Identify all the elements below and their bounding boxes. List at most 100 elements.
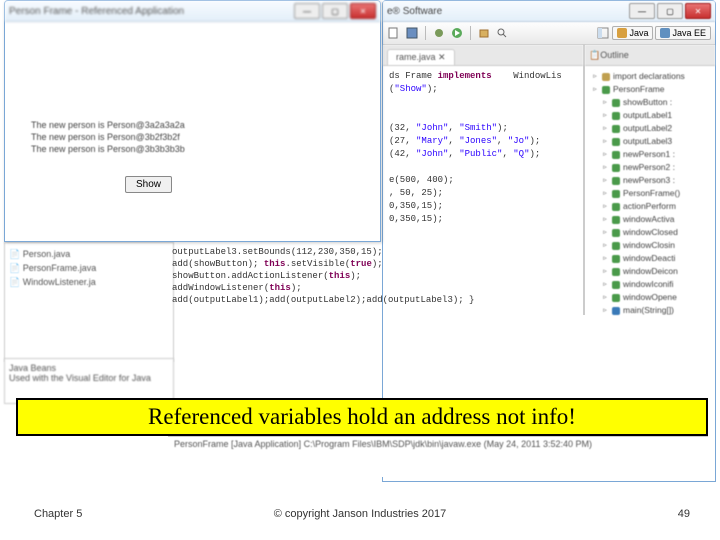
member-icon — [612, 216, 620, 224]
outline-pane: 📋 Outline ▹import declarations▹PersonFra… — [584, 45, 715, 315]
member-icon — [612, 281, 620, 289]
editor-tab[interactable]: rame.java ✕ — [387, 49, 455, 65]
outline-item[interactable]: ▹main(String[]) — [587, 304, 713, 317]
toolbar-separator — [470, 26, 471, 40]
outline-item-label: import declarations — [613, 70, 685, 83]
member-icon — [602, 86, 610, 94]
tree-arrow-icon: ▹ — [591, 86, 599, 94]
member-icon — [612, 229, 620, 237]
outline-item-label: outputLabel3 — [623, 135, 672, 148]
outline-item[interactable]: ▹ PersonFrame — [587, 83, 713, 96]
show-button-wrap: Show — [125, 176, 172, 193]
member-icon — [612, 99, 620, 107]
console-header: PersonFrame [Java Application] C:\Progra… — [168, 437, 708, 451]
perspective-switcher: Java Java EE — [596, 26, 711, 40]
tree-arrow-icon: ▹ — [601, 242, 609, 250]
console-view[interactable]: PersonFrame [Java Application] C:\Progra… — [168, 436, 708, 477]
ide-toolbar: Java Java EE — [383, 22, 715, 45]
minimize-button[interactable]: — — [629, 3, 655, 19]
outline-item[interactable]: ▹ outputLabel1 — [587, 109, 713, 122]
tree-arrow-icon: ▹ — [601, 190, 609, 198]
outline-item[interactable]: ▹windowClosed — [587, 226, 713, 239]
tree-arrow-icon: ▹ — [601, 268, 609, 276]
ide-window-controls: — ▢ ✕ — [629, 3, 711, 19]
app-titlebar: Person Frame - Referenced Application — … — [5, 1, 380, 22]
package-item[interactable]: 📄 Person.java — [9, 247, 169, 261]
tree-arrow-icon: ▹ — [601, 203, 609, 211]
member-icon — [612, 112, 620, 120]
outline-item-label: newPerson1 : — [623, 148, 675, 161]
outline-item[interactable]: ▹windowIconifi — [587, 278, 713, 291]
package-icon[interactable] — [477, 26, 491, 40]
package-item[interactable]: 📄 WindowListener.ja — [9, 275, 169, 289]
outline-item[interactable]: ▹newPerson3 : — [587, 174, 713, 187]
code-editor-lower[interactable]: outputLabel3.setBounds(112,230,350,15); … — [168, 242, 584, 402]
maximize-button[interactable]: ▢ — [657, 3, 683, 19]
outline-item[interactable]: ▹ windowDeacti — [587, 252, 713, 265]
minimize-button[interactable]: — — [294, 3, 320, 19]
outline-item[interactable]: ▹windowOpene — [587, 291, 713, 304]
member-icon — [612, 125, 620, 133]
member-icon — [612, 255, 620, 263]
outline-item[interactable]: ▹ outputLabel3 — [587, 135, 713, 148]
outline-item-label: actionPerform — [623, 200, 676, 213]
package-explorer[interactable]: 📄 Person.java📄 PersonFrame.java📄 WindowL… — [4, 242, 174, 362]
member-icon — [612, 268, 620, 276]
outline-title: Outline — [600, 50, 629, 60]
debug-icon[interactable] — [432, 26, 446, 40]
copyright-label: © copyright Janson Industries 2017 — [0, 508, 720, 520]
outline-item-label: windowActiva — [623, 213, 675, 226]
outline-item-label: windowDeacti — [623, 252, 675, 265]
member-icon — [612, 242, 620, 250]
outline-item[interactable]: ▹ PersonFrame() — [587, 187, 713, 200]
new-icon[interactable] — [387, 26, 401, 40]
app-title: Person Frame - Referenced Application — [9, 6, 294, 17]
app-window: Person Frame - Referenced Application — … — [4, 0, 381, 242]
page-number: 49 — [678, 508, 690, 520]
outline-item[interactable]: ▹outputLabel2 — [587, 122, 713, 135]
tree-arrow-icon: ▹ — [601, 294, 609, 302]
outline-item-label: windowClosin — [623, 239, 675, 252]
outline-item-label: newPerson3 : — [623, 174, 675, 187]
outline-item-label: PersonFrame — [613, 83, 665, 96]
run-icon[interactable] — [450, 26, 464, 40]
outline-tree[interactable]: ▹import declarations▹PersonFrame▹showBut… — [585, 66, 715, 321]
app-window-controls: — ▢ ✕ — [294, 3, 376, 19]
member-icon — [602, 73, 610, 81]
tree-arrow-icon: ▹ — [601, 151, 609, 159]
member-icon — [612, 164, 620, 172]
member-icon — [612, 190, 620, 198]
member-icon — [612, 151, 620, 159]
close-button[interactable]: ✕ — [685, 3, 711, 19]
show-button[interactable]: Show — [125, 176, 172, 193]
tree-arrow-icon: ▹ — [601, 164, 609, 172]
ide-title: e® Software — [387, 6, 629, 17]
outline-item-label: outputLabel1 — [623, 109, 672, 122]
search-icon[interactable] — [495, 26, 509, 40]
maximize-button[interactable]: ▢ — [322, 3, 348, 19]
outline-item[interactable]: ▹showButton : — [587, 96, 713, 109]
tree-arrow-icon: ▹ — [601, 255, 609, 263]
outline-item[interactable]: ▹newPerson2 : — [587, 161, 713, 174]
outline-header: 📋 Outline — [585, 45, 715, 66]
outline-item[interactable]: ▹windowDeicon — [587, 265, 713, 278]
save-icon[interactable] — [405, 26, 419, 40]
package-item[interactable]: 📄 PersonFrame.java — [9, 261, 169, 275]
open-perspective-icon[interactable] — [596, 26, 610, 40]
tree-arrow-icon: ▹ — [601, 112, 609, 120]
perspective-javaee-label: Java EE — [672, 28, 706, 38]
perspective-java[interactable]: Java — [612, 26, 653, 40]
javaee-icon — [660, 28, 670, 38]
outline-item[interactable]: ▹ actionPerform — [587, 200, 713, 213]
outline-item[interactable]: ▹windowActiva — [587, 213, 713, 226]
code-editor[interactable]: ds Frame implements WindowLis ("Show"); … — [383, 66, 583, 230]
tree-arrow-icon: ▹ — [601, 138, 609, 146]
outline-item[interactable]: ▹ newPerson1 : — [587, 148, 713, 161]
outline-item[interactable]: ▹import declarations — [587, 70, 713, 83]
perspective-javaee[interactable]: Java EE — [655, 26, 711, 40]
outline-item-label: PersonFrame() — [623, 187, 680, 200]
outline-item-label: showButton : — [623, 96, 672, 109]
java-icon — [617, 28, 627, 38]
close-button[interactable]: ✕ — [350, 3, 376, 19]
outline-item[interactable]: ▹ windowClosin — [587, 239, 713, 252]
